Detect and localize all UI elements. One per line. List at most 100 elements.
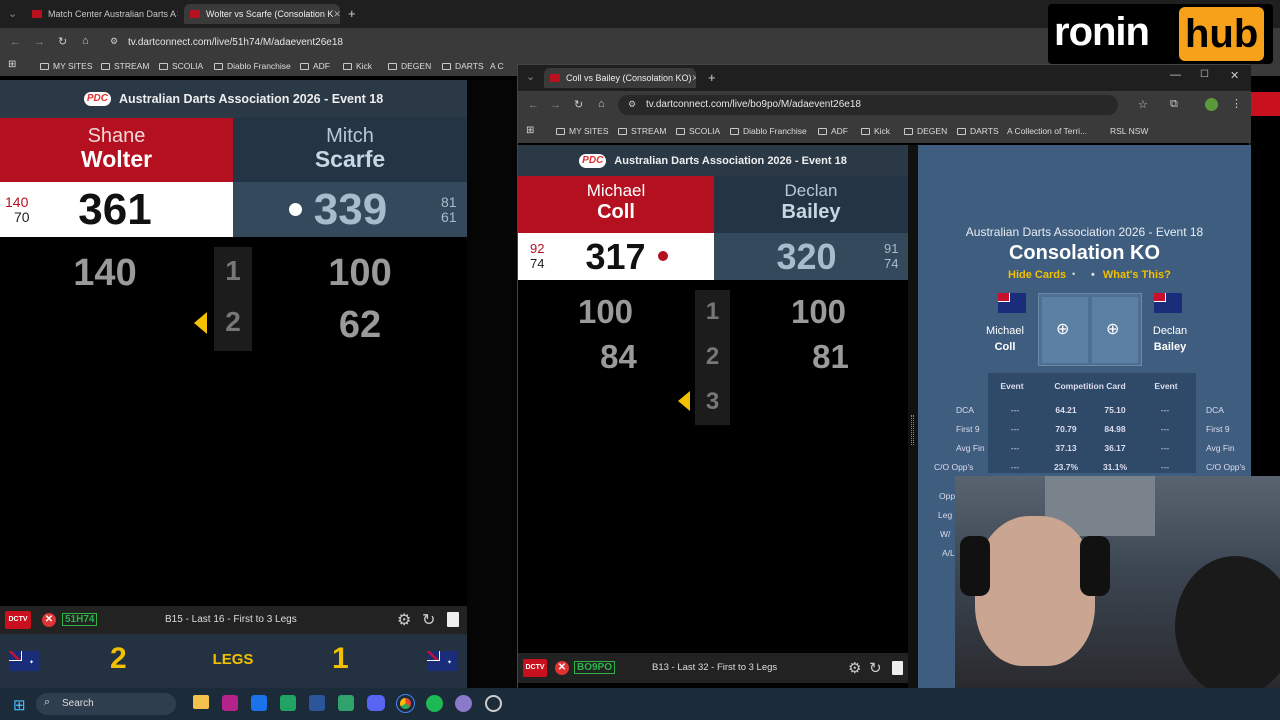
new-tab-icon[interactable]: +: [348, 6, 356, 21]
apps-grid-icon[interactable]: ⊞: [8, 59, 16, 70]
bookmark-link[interactable]: A Collection of Terri...: [1007, 126, 1087, 136]
photos-app-icon[interactable]: [222, 695, 238, 711]
bookmark-folder[interactable]: Kick: [343, 61, 372, 71]
bookmark-folder[interactable]: DEGEN: [904, 126, 947, 136]
bookmark-link[interactable]: A C: [490, 61, 504, 71]
bookmark-folder[interactable]: ADF: [300, 61, 330, 71]
apps-grid-icon[interactable]: ⊞: [526, 125, 534, 136]
site-info-icon[interactable]: ⚙: [110, 36, 118, 47]
settings-gear-icon[interactable]: ⚙: [848, 659, 861, 677]
file-explorer-icon[interactable]: [193, 695, 209, 709]
panel-splitter[interactable]: [908, 145, 918, 689]
close-match-icon[interactable]: ✕: [42, 613, 56, 627]
bookmark-folder[interactable]: DEGEN: [388, 61, 431, 71]
discord-icon[interactable]: [367, 695, 385, 711]
player-score: 361: [78, 185, 152, 234]
bookmark-folder[interactable]: Kick: [861, 126, 890, 136]
stat-label: W/: [940, 529, 951, 539]
url-field[interactable]: tv.dartconnect.com/live/51h74/M/adaevent…: [128, 37, 343, 48]
bookmark-folder[interactable]: DARTS: [442, 61, 484, 71]
player1-card[interactable]: ⊕: [1042, 297, 1088, 363]
bookmark-folder[interactable]: Diablo Franchise: [730, 126, 807, 136]
windows-start-icon[interactable]: ⊞: [13, 696, 26, 714]
bookmark-folder[interactable]: MY SITES: [556, 126, 609, 136]
minimize-icon[interactable]: —: [1170, 69, 1181, 81]
bookmark-star-icon[interactable]: ☆: [1138, 98, 1148, 111]
taskbar-search[interactable]: ⌕ Search: [36, 693, 176, 715]
zoom-in-icon[interactable]: ⊕: [1106, 319, 1119, 339]
throw-indicator-dot-icon: [289, 203, 302, 216]
tab-wolter-vs-scarfe[interactable]: Wolter vs Scarfe (Consolation K ✕: [184, 4, 340, 24]
bookmark-folder[interactable]: SCOLIA: [159, 61, 203, 71]
obs-icon[interactable]: [455, 695, 472, 712]
bookmark-label: DEGEN: [401, 61, 432, 71]
site-info-icon[interactable]: ⚙: [628, 99, 636, 110]
whats-this-link[interactable]: • What's This?: [1091, 269, 1171, 281]
folder-icon: [556, 128, 565, 135]
bookmark-folder[interactable]: DARTS: [957, 126, 999, 136]
more-menu-icon[interactable]: ⋮: [1231, 97, 1242, 110]
url-field[interactable]: tv.dartconnect.com/live/bo9po/M/adaevent…: [646, 99, 861, 110]
stat-top: 140: [5, 194, 29, 210]
excel-icon[interactable]: [280, 695, 296, 711]
back-arrow-icon[interactable]: ←: [528, 99, 539, 111]
extensions-icon[interactable]: ⧉: [1170, 98, 1178, 111]
zoom-in-icon[interactable]: ⊕: [1056, 319, 1069, 339]
front-address-bar: ← → ↻ ⌂ ⚙ tv.dartconnect.com/live/bo9po/…: [518, 91, 1251, 119]
stat-event-value: ---: [1160, 424, 1170, 434]
hide-cards-link[interactable]: Hide Cards: [1008, 269, 1066, 281]
tab-close-icon[interactable]: ✕: [176, 9, 178, 20]
forward-arrow-icon[interactable]: →: [34, 36, 45, 48]
omnibox[interactable]: ⚙ tv.dartconnect.com/live/bo9po/M/adaeve…: [618, 95, 1148, 115]
document-icon[interactable]: [447, 612, 459, 627]
panel-player1-first: Michael: [986, 325, 1024, 337]
word-icon[interactable]: [309, 695, 325, 711]
spotify-icon[interactable]: [426, 695, 443, 712]
maximize-icon[interactable]: ☐: [1200, 69, 1209, 80]
tab-label: Wolter vs Scarfe (Consolation K: [206, 9, 334, 19]
board-info: B15 - Last 16 - First to 3 Legs: [165, 614, 297, 625]
player2-card[interactable]: ⊕: [1092, 297, 1138, 363]
app-icon[interactable]: [485, 695, 502, 712]
bookmark-folder[interactable]: STREAM: [101, 61, 149, 71]
separator-dot: •: [1072, 269, 1076, 279]
chrome-icon[interactable]: [396, 694, 415, 713]
bookmark-folder[interactable]: Diablo Franchise: [214, 61, 291, 71]
refresh-icon[interactable]: ↻: [422, 610, 435, 630]
profile-avatar-icon[interactable]: [1205, 98, 1218, 111]
close-window-icon[interactable]: ✕: [1230, 69, 1239, 82]
bookmark-folder[interactable]: STREAM: [618, 126, 666, 136]
new-tab-icon[interactable]: +: [708, 70, 716, 85]
tab-list-chevron-icon[interactable]: ⌄: [526, 70, 535, 83]
stat-card-value: 37.13: [1055, 443, 1077, 453]
stat-bottom: 74: [884, 256, 899, 271]
bookmark-folder[interactable]: ADF: [818, 126, 848, 136]
home-icon[interactable]: ⌂: [598, 98, 605, 110]
home-icon[interactable]: ⌂: [82, 35, 89, 47]
bookmark-folder[interactable]: SCOLIA: [676, 126, 720, 136]
tab-close-icon[interactable]: ✕: [692, 73, 696, 84]
bookmark-folder[interactable]: MY SITES: [40, 61, 93, 71]
outlook-icon[interactable]: [251, 695, 267, 711]
bookmark-label: Kick: [874, 126, 891, 136]
match2-event-header: PDC Australian Darts Association 2026 - …: [518, 145, 908, 176]
close-match-icon[interactable]: ✕: [555, 661, 569, 675]
refresh-icon[interactable]: ↻: [869, 659, 882, 677]
calculator-icon[interactable]: [338, 695, 354, 711]
reload-icon[interactable]: ↻: [58, 35, 67, 48]
settings-gear-icon[interactable]: ⚙: [397, 610, 411, 630]
forward-arrow-icon[interactable]: →: [550, 99, 561, 111]
tab-match-center[interactable]: Match Center Australian Darts A ✕: [26, 4, 178, 24]
event-title: Australian Darts Association 2026 - Even…: [118, 92, 384, 106]
current-leg-arrow-icon: [194, 312, 207, 334]
reload-icon[interactable]: ↻: [574, 98, 583, 111]
folder-icon: [730, 128, 739, 135]
tab-close-icon[interactable]: ✕: [333, 9, 340, 20]
bookmark-link[interactable]: RSL NSW: [1110, 126, 1148, 136]
stat-label: C/O Opp's: [1206, 462, 1246, 472]
back-arrow-icon[interactable]: ←: [10, 36, 21, 48]
front-bookmarks-bar: ⊞ MY SITES STREAM SCOLIA Diablo Franchis…: [518, 119, 1251, 143]
tab-list-chevron-icon[interactable]: ⌄: [8, 7, 17, 20]
tab-coll-vs-bailey[interactable]: Coll vs Bailey (Consolation KO) ✕: [544, 68, 696, 88]
document-icon[interactable]: [892, 661, 903, 675]
